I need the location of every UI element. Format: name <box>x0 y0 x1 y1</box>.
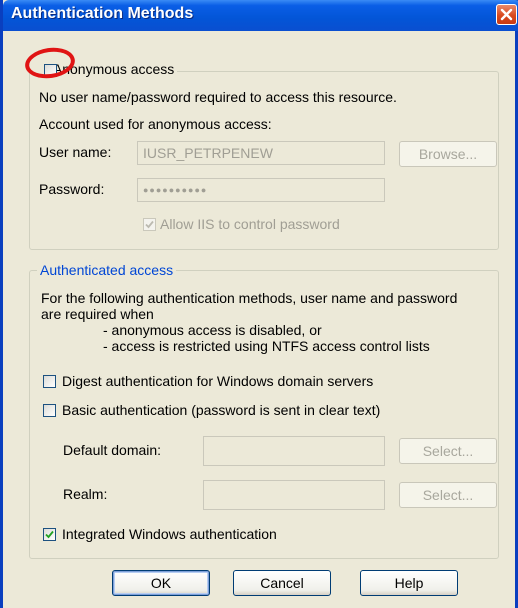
browse-button[interactable]: Browse... <box>399 141 497 167</box>
window-title: Authentication Methods <box>11 5 194 22</box>
user-name-label: User name: <box>39 144 112 160</box>
close-icon <box>500 8 513 21</box>
dialog-window: Authentication Methods Anonymous access … <box>0 0 518 608</box>
digest-checkbox[interactable] <box>43 375 56 388</box>
default-domain-select-button[interactable]: Select... <box>399 438 497 464</box>
integrated-checkbox[interactable] <box>43 528 56 541</box>
integrated-label[interactable]: Integrated Windows authentication <box>62 526 277 542</box>
anonymous-description: No user name/password required to access… <box>39 89 397 105</box>
auth-desc-line4: - access is restricted using NTFS access… <box>103 338 430 354</box>
auth-desc-line2: are required when <box>41 306 154 322</box>
realm-label: Realm: <box>63 486 108 502</box>
checkmark-icon <box>145 220 154 229</box>
title-bar[interactable]: Authentication Methods <box>3 0 518 31</box>
realm-select-button[interactable]: Select... <box>399 482 497 508</box>
auth-desc-line3: - anonymous access is disabled, or <box>103 322 322 338</box>
allow-iis-checkbox[interactable] <box>143 218 156 231</box>
default-domain-label: Default domain: <box>63 442 162 458</box>
close-button[interactable] <box>496 4 517 25</box>
allow-iis-label: Allow IIS to control password <box>160 216 340 232</box>
checkmark-icon <box>45 530 54 539</box>
basic-label[interactable]: Basic authentication (password is sent i… <box>62 402 380 418</box>
user-name-field[interactable]: IUSR_PETRPENEW <box>137 141 385 165</box>
password-field[interactable]: ●●●●●●●●●● <box>137 178 385 202</box>
authenticated-access-legend: Authenticated access <box>37 262 177 278</box>
basic-checkbox[interactable] <box>43 404 56 417</box>
auth-desc-line1: For the following authentication methods… <box>41 290 458 306</box>
realm-field[interactable] <box>203 480 385 510</box>
help-button[interactable]: Help <box>360 570 458 596</box>
password-label: Password: <box>39 181 105 197</box>
digest-label[interactable]: Digest authentication for Windows domain… <box>62 373 373 389</box>
default-domain-field[interactable] <box>203 436 385 466</box>
cancel-button[interactable]: Cancel <box>233 570 331 596</box>
ok-button[interactable]: OK <box>112 570 210 596</box>
account-heading: Account used for anonymous access: <box>39 116 272 132</box>
